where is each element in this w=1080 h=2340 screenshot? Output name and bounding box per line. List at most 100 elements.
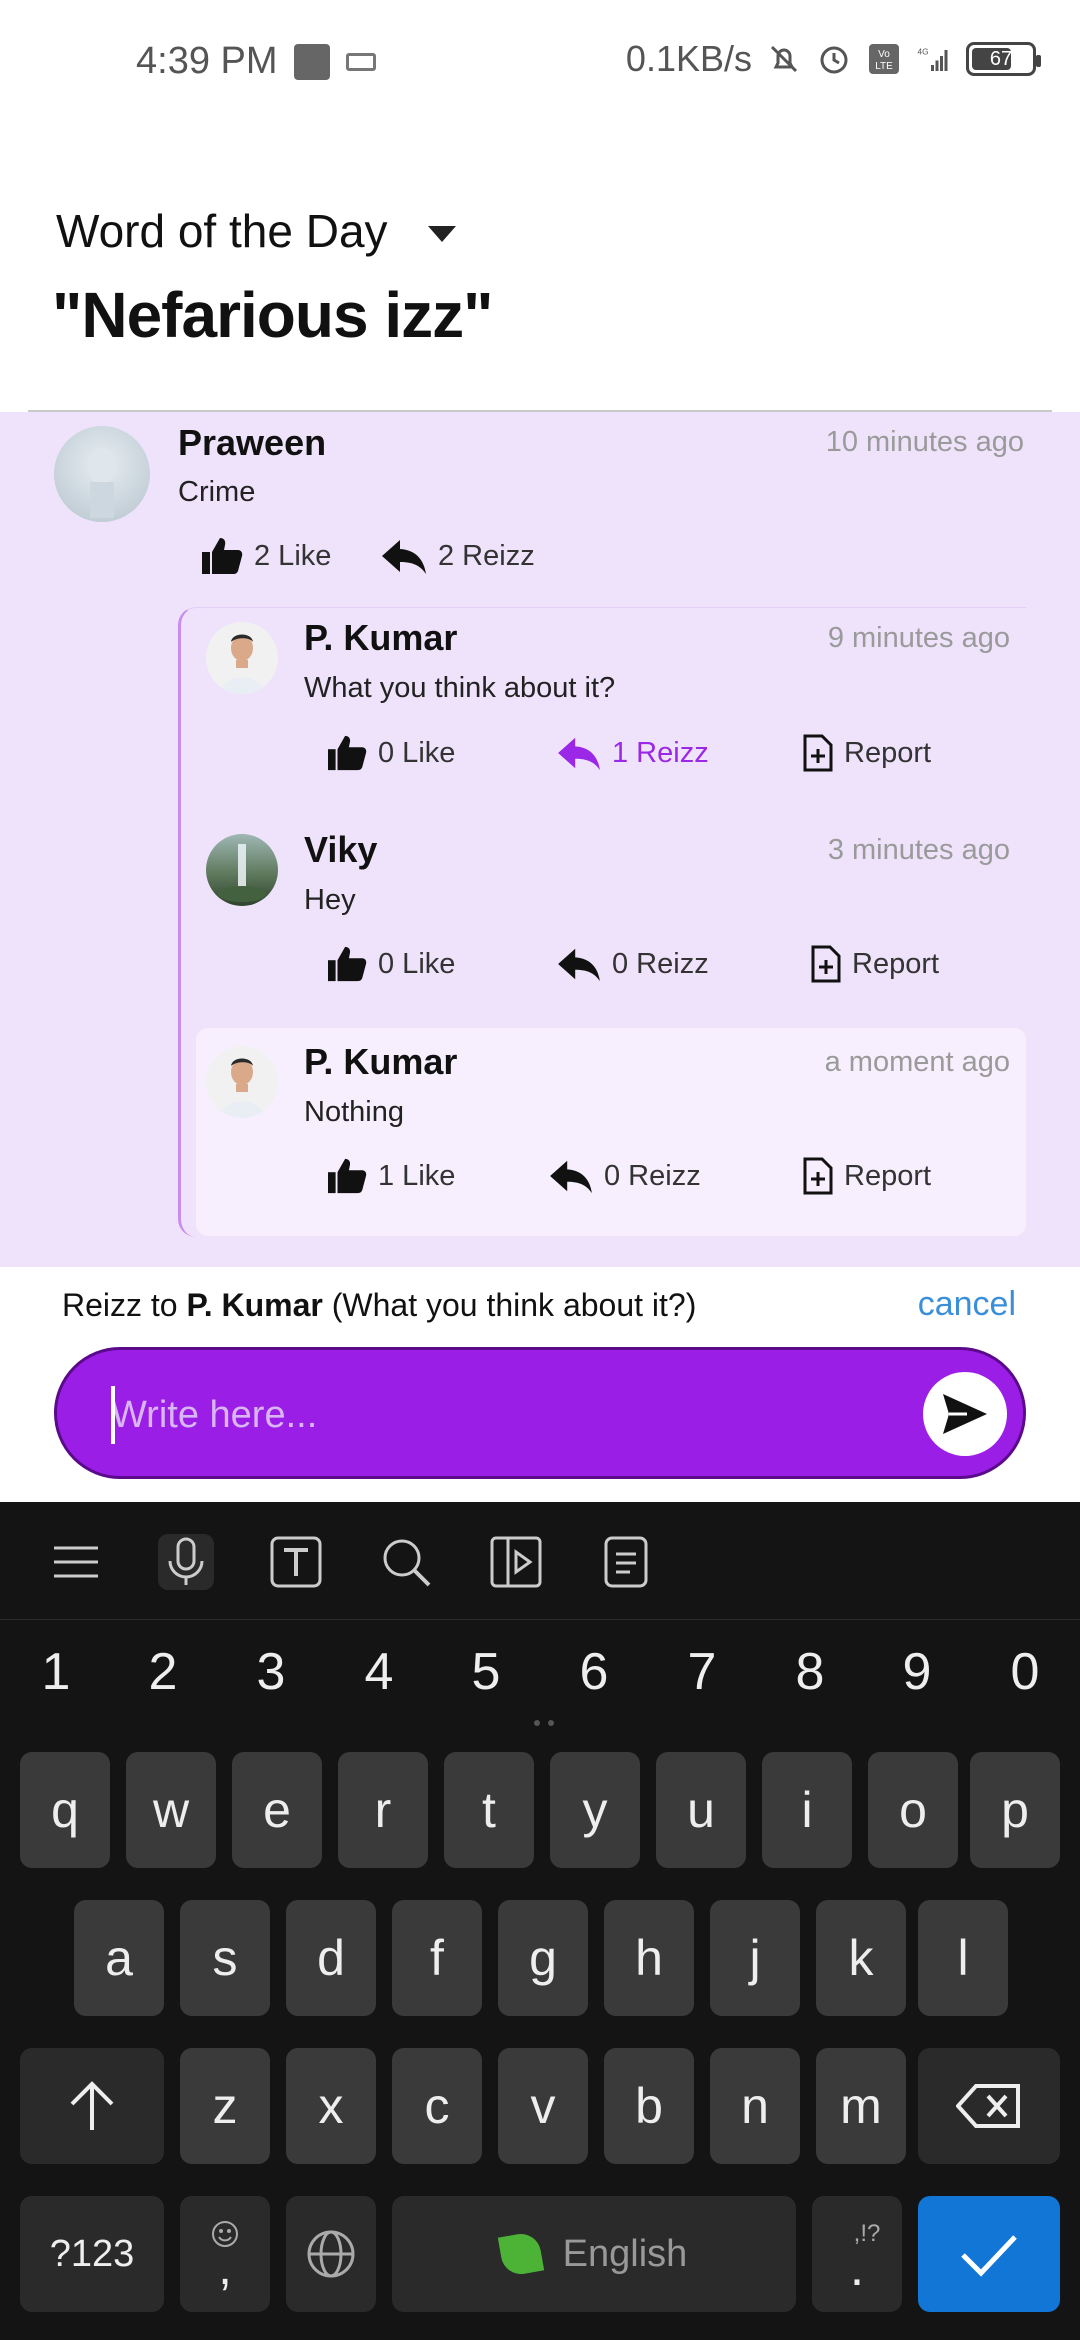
key-p[interactable]: p	[970, 1752, 1060, 1868]
key-g[interactable]: g	[498, 1900, 588, 2016]
key-f[interactable]: f	[392, 1900, 482, 2016]
reizz-button[interactable]: 2 Reizz	[380, 536, 535, 576]
svg-text:4G: 4G	[918, 48, 929, 57]
key-l[interactable]: l	[918, 1900, 1008, 2016]
thumbs-up-icon	[328, 1158, 367, 1194]
key-c[interactable]: c	[392, 2048, 482, 2164]
like-button[interactable]: 2 Like	[200, 536, 331, 576]
backspace-key[interactable]	[918, 2048, 1060, 2164]
shift-arrow-icon	[70, 2081, 114, 2130]
period-key[interactable]: ,!? .	[812, 2196, 902, 2312]
space-key[interactable]: English	[392, 2196, 796, 2312]
key-h[interactable]: h	[604, 1900, 694, 2016]
reply-target-text: (What you think about it?)	[322, 1287, 697, 1323]
notes-icon[interactable]	[598, 1534, 654, 1590]
like-label: 0 Like	[378, 736, 456, 769]
key-2[interactable]: 2	[133, 1642, 193, 1702]
avatar-praween[interactable]	[54, 426, 150, 522]
svg-text:LTE: LTE	[875, 61, 893, 72]
key-k[interactable]: k	[816, 1900, 906, 2016]
key-6[interactable]: 6	[564, 1642, 624, 1702]
reply-icon	[558, 737, 600, 771]
language-key[interactable]	[286, 2196, 376, 2312]
key-0[interactable]: 0	[995, 1642, 1055, 1702]
comment-author: Praween	[178, 422, 327, 463]
word-title: "Nefarious izz"	[52, 279, 493, 351]
key-8[interactable]: 8	[780, 1642, 840, 1702]
status-left: 4:39 PM	[136, 40, 376, 83]
microphone-icon[interactable]	[158, 1534, 214, 1590]
symbols-key[interactable]: ?123	[20, 2196, 164, 2312]
word-of-day-dropdown[interactable]: Word of the Day	[56, 204, 456, 258]
key-1[interactable]: 1	[26, 1642, 86, 1702]
cancel-button[interactable]: cancel	[918, 1285, 1016, 1324]
reizz-label: 0 Reizz	[604, 1159, 701, 1192]
reply-icon	[382, 540, 426, 574]
key-y[interactable]: y	[550, 1752, 640, 1868]
key-r[interactable]: r	[338, 1752, 428, 1868]
status-time: 4:39 PM	[136, 40, 278, 82]
key-e[interactable]: e	[232, 1752, 322, 1868]
battery-icon: 67	[966, 42, 1041, 76]
avatar-p-kumar[interactable]	[206, 622, 278, 694]
key-i[interactable]: i	[762, 1752, 852, 1868]
emoji-comma-key[interactable]: ,	[180, 2196, 270, 2312]
reply-time: 3 minutes ago	[827, 834, 1010, 866]
svg-text:Vo: Vo	[878, 49, 890, 60]
avatar-viky[interactable]	[206, 834, 278, 906]
like-button[interactable]: 0 Like	[326, 945, 455, 983]
reply-target-name: P. Kumar	[186, 1287, 323, 1323]
thumbs-up-icon	[202, 538, 243, 574]
reizz-button[interactable]: 0 Reizz	[556, 945, 709, 983]
key-t[interactable]: t	[444, 1752, 534, 1868]
reply-composer: Reizz to P. Kumar (What you think about …	[0, 1267, 1080, 1502]
key-j[interactable]: j	[710, 1900, 800, 2016]
key-n[interactable]: n	[710, 2048, 800, 2164]
report-button[interactable]: Report	[802, 1157, 931, 1195]
key-9[interactable]: 9	[887, 1642, 947, 1702]
shift-key[interactable]	[20, 2048, 164, 2164]
reply-icon	[550, 1160, 592, 1194]
key-u[interactable]: u	[656, 1752, 746, 1868]
reply-icon	[558, 948, 600, 982]
send-icon	[943, 1394, 987, 1434]
avatar-p-kumar[interactable]	[206, 1046, 278, 1118]
key-q[interactable]: q	[20, 1752, 110, 1868]
menu-icon[interactable]	[48, 1534, 104, 1590]
enter-key[interactable]	[918, 2196, 1060, 2312]
key-4[interactable]: 4	[349, 1642, 409, 1702]
report-button[interactable]: Report	[810, 945, 939, 983]
key-x[interactable]: x	[286, 2048, 376, 2164]
key-a[interactable]: a	[74, 1900, 164, 2016]
reply-context: Reizz to P. Kumar (What you think about …	[62, 1287, 696, 1324]
message-input[interactable]	[111, 1380, 911, 1450]
like-label: 0 Like	[378, 947, 456, 980]
send-button[interactable]	[923, 1372, 1007, 1456]
key-w[interactable]: w	[126, 1752, 216, 1868]
key-s[interactable]: s	[180, 1900, 270, 2016]
key-m[interactable]: m	[816, 2048, 906, 2164]
report-button[interactable]: Report	[802, 734, 931, 772]
clipboard-media-icon[interactable]	[488, 1534, 544, 1590]
key-o[interactable]: o	[868, 1752, 958, 1868]
like-label: 2 Like	[254, 539, 332, 572]
like-label: 1 Like	[378, 1159, 456, 1192]
search-icon[interactable]	[378, 1534, 434, 1590]
mute-icon	[766, 41, 802, 77]
like-button[interactable]: 1 Like	[326, 1157, 455, 1195]
key-b[interactable]: b	[604, 2048, 694, 2164]
text-format-icon[interactable]	[268, 1534, 324, 1590]
reizz-button[interactable]: 0 Reizz	[548, 1157, 701, 1195]
like-button[interactable]: 0 Like	[326, 734, 455, 772]
keyboard-icon	[345, 52, 376, 71]
key-v[interactable]: v	[498, 2048, 588, 2164]
key-3[interactable]: 3	[241, 1642, 301, 1702]
key-z[interactable]: z	[180, 2048, 270, 2164]
reizz-button[interactable]: 1 Reizz	[556, 734, 709, 772]
volte-icon: Vo LTE	[866, 41, 902, 77]
key-d[interactable]: d	[286, 1900, 376, 2016]
reply-prefix: Reizz to	[62, 1287, 187, 1323]
key-5[interactable]: 5	[456, 1642, 516, 1702]
key-7[interactable]: 7	[672, 1642, 732, 1702]
report-icon	[803, 734, 833, 772]
